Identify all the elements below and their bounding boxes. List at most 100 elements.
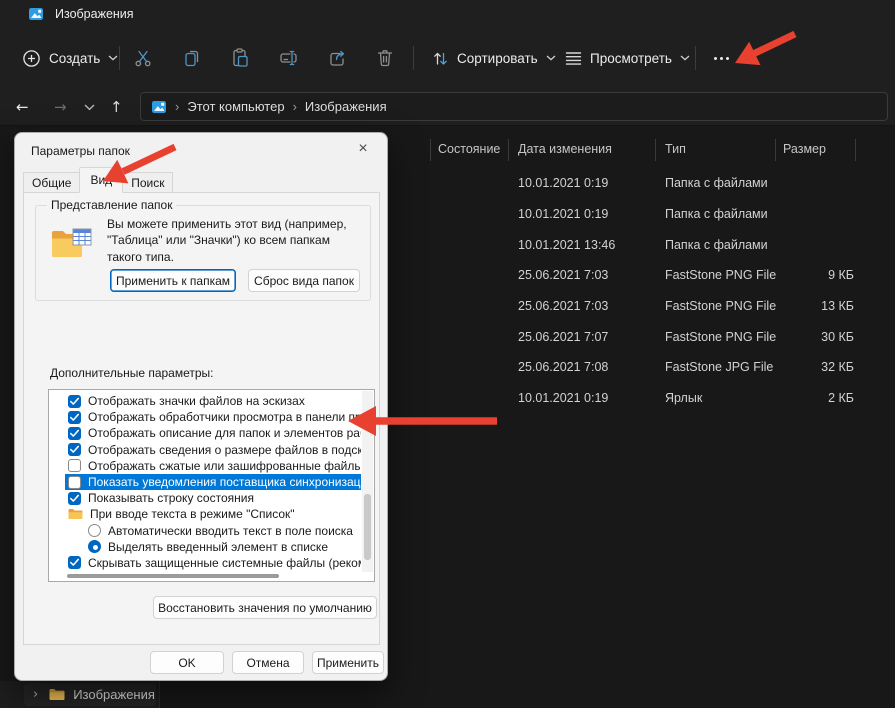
back-button[interactable]: ← [16,88,29,126]
chevron-down-icon [680,55,690,61]
option-label: Выделять введенный элемент в списке [108,539,328,554]
column-header-type[interactable]: Тип [665,142,686,156]
checkbox[interactable] [68,491,81,505]
folder-views-groupbox: Представление папок Вы можете применить … [35,198,371,301]
radio-button[interactable] [88,540,101,554]
cell-size: 9 КБ [828,268,854,283]
file-rows: 10.01.2021 0:19 Папка с файлами 10.01.2021… [430,168,895,414]
table-row[interactable]: 10.01.2021 0:19 Папка с файлами [430,168,895,199]
advanced-option[interactable]: При вводе текста в режиме "Список" [65,506,361,522]
cell-type: FastStone PNG File [665,268,777,283]
cell-size: 13 КБ [821,299,854,314]
cancel-button[interactable]: Отмена [232,651,304,674]
cell-size: 2 КБ [828,391,854,406]
table-row[interactable]: 25.06.2021 7:03 FastStone PNG File 13 КБ [430,291,895,322]
column-header-status[interactable]: Состояние [438,142,500,156]
history-chevron-button[interactable] [84,88,95,126]
new-button[interactable]: Создать [22,28,118,88]
cell-size: 32 КБ [821,360,854,375]
advanced-option[interactable]: Скрывать защищенные системные файлы (рек… [65,555,361,571]
table-row[interactable]: 10.01.2021 13:46 Папка с файлами [430,229,895,260]
table-row[interactable]: 25.06.2021 7:08 FastStone JPG File 32 КБ [430,352,895,383]
navigation-pane: › Изображения [0,681,160,708]
table-row[interactable]: 25.06.2021 7:03 FastStone PNG File 9 КБ [430,260,895,291]
delete-icon[interactable] [373,46,397,70]
column-separator [655,139,656,161]
tab-search[interactable]: Поиск [122,172,174,193]
breadcrumb-this-pc[interactable]: Этот компьютер [187,99,284,114]
advanced-settings-listbox: Отображать значки файлов на эскизах Отобр… [48,389,375,582]
close-icon[interactable]: × [347,137,379,161]
advanced-option[interactable]: Показать уведомления поставщика синхрони… [65,473,361,491]
sidebar-item-label: Изображения [73,687,155,702]
checkbox[interactable] [68,394,81,408]
window-title: Изображения [55,7,134,21]
more-options-button[interactable] [706,46,736,70]
checkbox[interactable] [68,459,81,473]
column-header-date[interactable]: Дата изменения [518,142,612,156]
folder-view-description: Вы можете применить этот вид (например, … [107,217,347,264]
advanced-option[interactable]: Отображать описание для папок и элементо… [65,425,361,441]
cell-date: 10.01.2021 13:46 [518,237,616,252]
breadcrumb-pictures[interactable]: Изображения [305,99,387,114]
column-separator [775,139,776,161]
view-button[interactable]: Просмотреть [565,28,690,88]
table-row[interactable]: 10.01.2021 0:19 Ярлык 2 КБ [430,383,895,414]
cell-type: Папка с файлами [665,237,768,252]
copy-icon[interactable] [180,46,204,70]
groupbox-label: Представление папок [47,198,177,212]
cell-type: FastStone JPG File [665,360,774,375]
checkbox[interactable] [68,443,81,457]
expand-chevron-icon[interactable]: › [33,687,38,702]
forward-button[interactable]: → [54,88,67,126]
list-lines-icon [565,51,582,66]
advanced-option[interactable]: Отображать сжатые или зашифрованные файл… [65,458,361,474]
address-bar[interactable]: › Этот компьютер › Изображения [140,92,888,121]
cut-icon[interactable] [131,46,155,70]
advanced-option[interactable]: Выделять введенный элемент в списке [65,539,361,555]
rename-icon[interactable] [276,46,300,70]
checkbox[interactable] [68,475,81,489]
horizontal-scrollbar[interactable] [51,574,361,579]
advanced-option[interactable]: Автоматически вводить текст в поле поиск… [65,523,361,539]
reset-folders-button[interactable]: Сброс вида папок [248,269,360,292]
cell-date: 25.06.2021 7:03 [518,268,609,283]
advanced-option[interactable]: Отображать значки файлов на эскизах [65,393,361,409]
cell-date: 10.01.2021 0:19 [518,391,609,406]
tab-view[interactable]: Вид [79,167,124,193]
sort-label: Сортировать [457,50,538,66]
apply-button[interactable]: Применить [312,651,384,674]
cell-size: 30 КБ [821,329,854,344]
up-button[interactable]: ↑ [110,88,123,126]
sort-button[interactable]: Сортировать [432,28,556,88]
view-label: Просмотреть [590,50,672,66]
radio-button[interactable] [88,524,101,538]
restore-defaults-button[interactable]: Восстановить значения по умолчанию [153,596,377,619]
advanced-items: Отображать значки файлов на эскизах Отобр… [49,393,374,571]
advanced-option[interactable]: Показывать строку состояния [65,490,361,506]
option-label: Отображать сведения о размере файлов в п… [88,442,361,457]
advanced-option[interactable]: Отображать сведения о размере файлов в п… [65,442,361,458]
dialog-title: Параметры папок [31,144,130,158]
option-label: Автоматически вводить текст в поле поиск… [108,523,353,538]
title-bar: Изображения [0,0,895,28]
column-header-size[interactable]: Размер [783,142,826,156]
paste-icon[interactable] [228,46,252,70]
checkbox[interactable] [68,426,81,440]
table-row[interactable]: 25.06.2021 7:07 FastStone PNG File 30 КБ [430,321,895,352]
dialog-tabs: Общие Вид Поиск [23,167,174,193]
share-icon[interactable] [325,46,349,70]
chevron-down-icon [546,55,556,61]
advanced-option[interactable]: Отображать обработчики просмотра в панел… [65,409,361,425]
scrollbar-thumb[interactable] [67,574,279,578]
scrollbar-thumb[interactable] [364,494,371,560]
sidebar-item-pictures[interactable]: › Изображения [24,683,156,706]
vertical-scrollbar[interactable] [362,391,373,572]
checkbox[interactable] [68,556,81,570]
tab-general[interactable]: Общие [23,172,81,193]
cell-date: 10.01.2021 0:19 [518,207,609,222]
apply-to-folders-button[interactable]: Применить к папкам [110,269,236,292]
checkbox[interactable] [68,410,81,424]
table-row[interactable]: 10.01.2021 0:19 Папка с файлами [430,199,895,230]
ok-button[interactable]: OK [150,651,224,674]
